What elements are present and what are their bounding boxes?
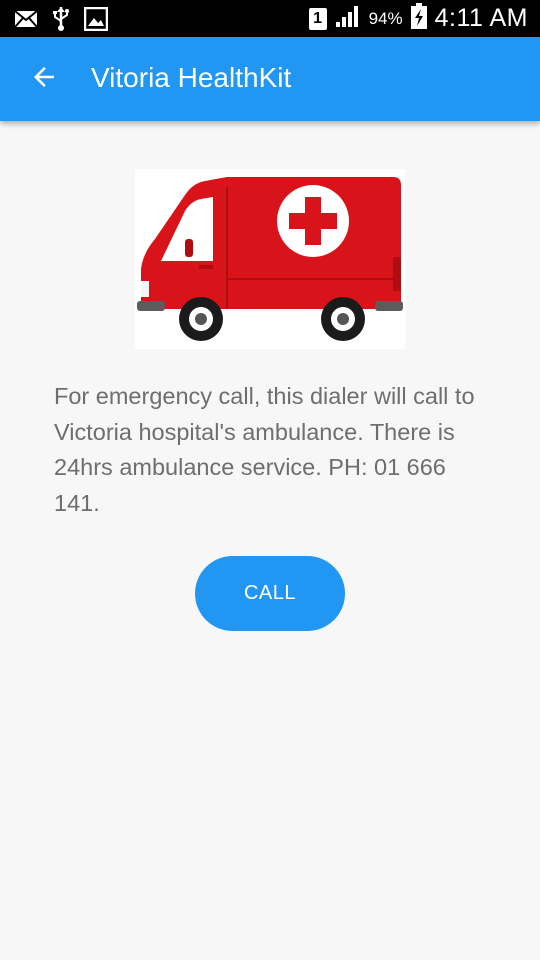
sim-icon: 1 (308, 7, 327, 30)
app-bar: Vitoria HealthKit (0, 37, 540, 121)
usb-icon (52, 6, 70, 37)
battery-icon (410, 3, 427, 34)
call-button[interactable]: CALL (195, 556, 345, 631)
back-button[interactable] (24, 59, 64, 99)
mail-icon (14, 8, 38, 35)
emergency-description: For emergency call, this dialer will cal… (54, 383, 475, 516)
app-title: Vitoria HealthKit (91, 62, 292, 93)
clock: 4:11 AM (434, 4, 528, 32)
image-icon (83, 6, 109, 36)
arrow-back-icon (29, 62, 59, 97)
ambulance-icon (135, 169, 405, 349)
signal-icon (335, 4, 361, 33)
battery-percent: 94% (368, 8, 403, 28)
status-bar: 1 94% 4:11 AM (0, 0, 540, 37)
